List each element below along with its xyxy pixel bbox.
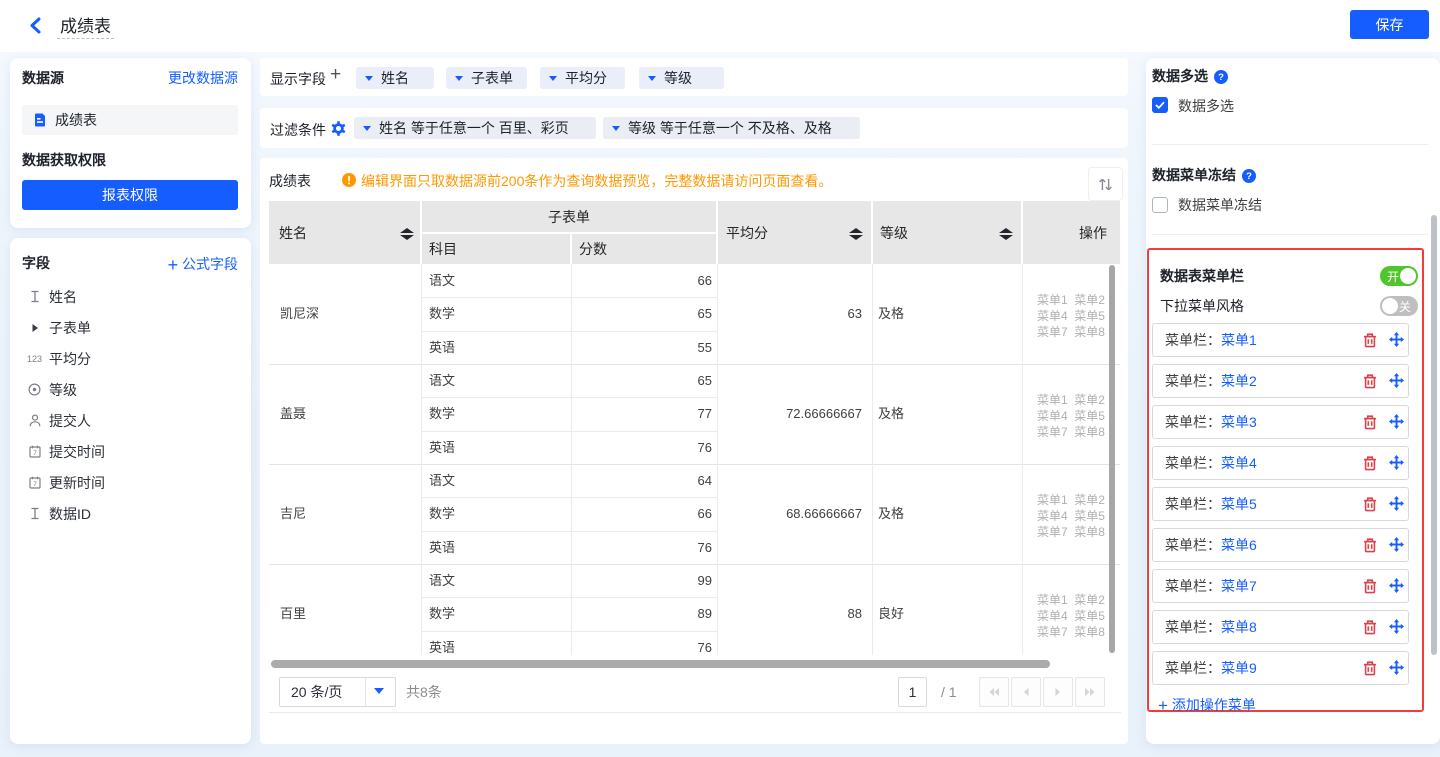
svg-text:?: ?	[1218, 72, 1224, 83]
svg-text:?: ?	[1246, 171, 1252, 182]
svg-text:7: 7	[33, 481, 37, 488]
svg-text:7: 7	[33, 450, 37, 457]
